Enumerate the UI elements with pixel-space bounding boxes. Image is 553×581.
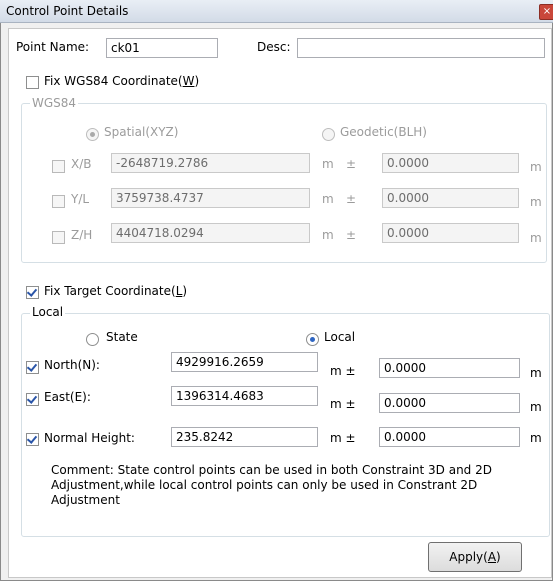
zh-sigma-unit: m [530,231,542,245]
fix-target-label: Fix Target Coordinate(L) [44,284,188,298]
apply-button[interactable]: Apply(A) [428,542,522,572]
fix-target-checkbox[interactable] [26,286,39,299]
xb-pm: ± [346,157,357,171]
spatial-radio[interactable] [86,128,99,141]
north-checkbox[interactable] [26,361,39,374]
normal-height-checkbox[interactable] [26,433,39,446]
yl-pm: ± [346,192,357,206]
north-input[interactable]: 4929916.2659 [171,352,318,372]
zh-unit: m [322,228,334,242]
yl-input[interactable]: 3759738.4737 [111,188,310,208]
xb-checkbox[interactable] [52,160,65,173]
east-unit: m ± [330,397,356,411]
zh-label: Z/H [71,228,93,242]
local-group-title: Local [30,305,66,319]
normal-height-sigma-unit: m [530,431,542,445]
comment-line: Comment: State control points can be use… [51,463,492,477]
fix-wgs84-label: Fix WGS84 Coordinate(W) [44,74,200,88]
zh-sigma-input[interactable]: 0.0000 [382,223,519,243]
yl-sigma-unit: m [530,195,542,209]
zh-input[interactable]: 4404718.0294 [111,223,310,243]
normal-height-sigma-input[interactable]: 0.0000 [379,427,520,447]
xb-input[interactable]: -2648719.2786 [111,153,310,173]
title-bar: Control Point Details × [0,0,553,23]
xb-sigma-input[interactable]: 0.0000 [382,153,519,173]
close-icon[interactable]: × [539,4,553,20]
north-label: North(N): [44,358,100,372]
point-name-label: Point Name: [16,40,90,54]
comment-text: Comment: State control points can be use… [51,463,492,508]
xb-unit: m [322,157,334,171]
window-title: Control Point Details [6,4,129,18]
comment-line: Adjustment [51,493,120,507]
geodetic-radio-label: Geodetic(BLH) [340,125,427,139]
north-unit: m ± [330,364,356,378]
north-sigma-input[interactable]: 0.0000 [379,358,520,378]
local-radio-label: Local [324,330,356,344]
yl-checkbox[interactable] [52,195,65,208]
east-checkbox[interactable] [26,393,39,406]
zh-checkbox[interactable] [52,231,65,244]
fix-wgs84-checkbox[interactable] [26,76,39,89]
comment-line: Adjustment,while local control points ca… [51,478,478,492]
desc-input[interactable] [297,38,545,58]
point-name-input[interactable]: ck01 [106,38,218,58]
zh-pm: ± [346,228,357,242]
desc-label: Desc: [257,40,291,54]
xb-label: X/B [71,157,92,171]
east-input[interactable]: 1396314.4683 [171,386,318,406]
state-radio-label: State [106,330,138,344]
east-sigma-unit: m [530,400,542,414]
normal-height-input[interactable]: 235.8242 [171,427,318,447]
east-label: East(E): [44,390,91,404]
wgs84-group-title: WGS84 [30,96,79,110]
north-sigma-unit: m [530,366,542,380]
normal-height-unit: m ± [330,431,356,445]
state-radio[interactable] [86,333,99,346]
spatial-radio-label: Spatial(XYZ) [104,125,179,139]
geodetic-radio[interactable] [322,128,335,141]
xb-sigma-unit: m [530,160,542,174]
normal-height-label: Normal Height: [44,431,135,445]
east-sigma-input[interactable]: 0.0000 [379,393,520,413]
yl-label: Y/L [71,192,90,206]
yl-sigma-input[interactable]: 0.0000 [382,188,519,208]
yl-unit: m [322,192,334,206]
local-radio[interactable] [306,333,319,346]
